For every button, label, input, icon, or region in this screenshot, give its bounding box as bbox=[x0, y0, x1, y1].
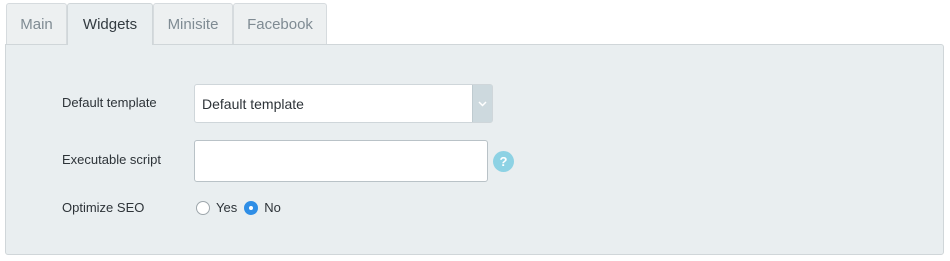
default-template-select[interactable]: Default template bbox=[194, 84, 493, 123]
chevron-down-icon[interactable] bbox=[472, 85, 492, 122]
seo-no-radio[interactable]: No bbox=[244, 200, 281, 215]
tab-minisite-label: Minisite bbox=[167, 15, 219, 33]
default-template-label: Default template bbox=[62, 95, 157, 110]
widgets-panel: Default template Default template Execut… bbox=[5, 44, 944, 255]
help-icon[interactable]: ? bbox=[493, 151, 514, 172]
tab-facebook-label: Facebook bbox=[247, 15, 313, 33]
tab-bar: Main Widgets Minisite Facebook bbox=[6, 3, 327, 45]
tab-widgets[interactable]: Widgets bbox=[67, 3, 153, 45]
radio-checked-icon[interactable] bbox=[244, 200, 259, 215]
widgets-settings-page: Main Widgets Minisite Facebook Default t… bbox=[0, 0, 950, 261]
seo-yes-label: Yes bbox=[216, 200, 238, 215]
tab-widgets-label: Widgets bbox=[82, 16, 138, 33]
default-template-value: Default template bbox=[202, 96, 304, 112]
seo-no-label: No bbox=[264, 200, 281, 215]
optimize-seo-radio-group: Yes No bbox=[196, 200, 288, 215]
seo-yes-radio[interactable]: Yes bbox=[196, 200, 237, 215]
tab-main[interactable]: Main bbox=[6, 3, 67, 44]
radio-unchecked-icon[interactable] bbox=[196, 200, 210, 215]
optimize-seo-label: Optimize SEO bbox=[62, 200, 145, 215]
tab-main-label: Main bbox=[20, 15, 53, 33]
executable-script-label: Executable script bbox=[62, 152, 161, 167]
tab-minisite[interactable]: Minisite bbox=[153, 3, 233, 44]
tab-facebook[interactable]: Facebook bbox=[233, 3, 327, 44]
executable-script-input[interactable] bbox=[194, 140, 488, 182]
